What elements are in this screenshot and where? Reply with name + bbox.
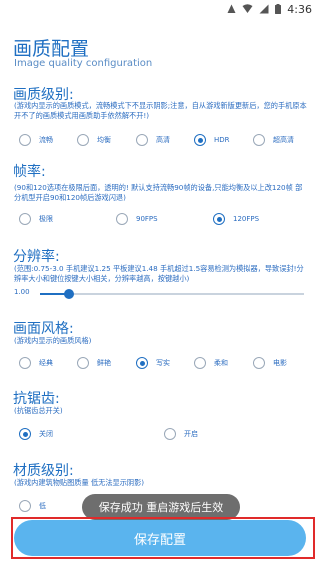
antialias-options: 关闭 开启 bbox=[0, 428, 320, 444]
framerate-title: 帧率: bbox=[13, 164, 46, 180]
framerate-option[interactable]: 120FPS bbox=[213, 213, 259, 225]
radio-button-checked[interactable] bbox=[19, 428, 31, 440]
style-option[interactable]: 柔和 bbox=[194, 357, 228, 369]
material-title: 材质级别: bbox=[13, 463, 74, 479]
page-subtitle: Image quality configuration bbox=[14, 58, 153, 69]
framerate-options: 极限 90FPS 120FPS bbox=[0, 213, 320, 229]
material-option[interactable]: 低 bbox=[19, 500, 46, 512]
radio-button[interactable] bbox=[116, 213, 128, 225]
radio-button[interactable] bbox=[77, 134, 89, 146]
radio-button[interactable] bbox=[19, 213, 31, 225]
quality-options: 流畅 均衡 高清 HDR 超高清 bbox=[0, 134, 320, 150]
style-option[interactable]: 写实 bbox=[136, 357, 170, 369]
quality-option[interactable]: 超高清 bbox=[253, 134, 294, 146]
quality-option[interactable]: HDR bbox=[194, 134, 230, 146]
framerate-desc: (90和120选项在极限后面，透明的! 默认支持流畅90帧的设备,只能均衡及以上… bbox=[14, 183, 303, 202]
style-options: 经典 鲜艳 写实 柔和 电影 bbox=[0, 357, 320, 373]
style-option[interactable]: 电影 bbox=[253, 357, 287, 369]
resolution-title: 分辨率: bbox=[13, 249, 60, 265]
antialias-option[interactable]: 关闭 bbox=[19, 428, 53, 440]
antialias-desc: (抗锯齿总开关) bbox=[14, 406, 63, 415]
radio-button[interactable] bbox=[253, 357, 265, 369]
radio-button[interactable] bbox=[194, 357, 206, 369]
style-option[interactable]: 经典 bbox=[19, 357, 53, 369]
save-button-highlight bbox=[11, 517, 315, 559]
radio-button[interactable] bbox=[19, 134, 31, 146]
style-desc: (游戏内显示的画质风格) bbox=[14, 336, 92, 345]
wifi-icon bbox=[242, 4, 253, 13]
slider-thumb[interactable] bbox=[64, 289, 75, 299]
page-title: 画质配置 bbox=[13, 38, 90, 60]
quality-option[interactable]: 流畅 bbox=[19, 134, 53, 146]
framerate-option[interactable]: 90FPS bbox=[116, 213, 158, 225]
notification-icon bbox=[227, 4, 236, 13]
signal-icon bbox=[259, 4, 269, 14]
battery-icon bbox=[275, 4, 282, 14]
resolution-desc: (范围:0.75-3.0 手机建议1.25 平板建议1.48 手机超过1.5容易… bbox=[14, 264, 304, 283]
framerate-option[interactable]: 极限 bbox=[19, 213, 53, 225]
quality-option[interactable]: 均衡 bbox=[77, 134, 111, 146]
resolution-slider[interactable] bbox=[40, 289, 304, 299]
radio-button[interactable] bbox=[19, 500, 31, 512]
radio-button[interactable] bbox=[164, 428, 176, 440]
radio-button-checked[interactable] bbox=[136, 357, 148, 369]
radio-button[interactable] bbox=[19, 357, 31, 369]
radio-button[interactable] bbox=[136, 134, 148, 146]
resolution-value: 1.00 bbox=[14, 288, 30, 296]
quality-desc: (游戏内显示的画质模式，流畅模式下不显示阴影;注意，自从游戏新版更新后，您的手机… bbox=[14, 101, 307, 120]
radio-button-checked[interactable] bbox=[194, 134, 206, 146]
status-time: 4:36 bbox=[287, 2, 312, 16]
radio-button[interactable] bbox=[77, 357, 89, 369]
material-desc: (游戏内建筑物贴图质量 低无法显示阴影) bbox=[14, 478, 145, 487]
radio-button[interactable] bbox=[253, 134, 265, 146]
quality-option[interactable]: 高清 bbox=[136, 134, 170, 146]
antialias-option[interactable]: 开启 bbox=[164, 428, 198, 440]
status-bar: 4:36 bbox=[0, 0, 320, 18]
style-title: 画面风格: bbox=[13, 321, 74, 337]
radio-button-checked[interactable] bbox=[213, 213, 225, 225]
antialias-title: 抗锯齿: bbox=[13, 391, 60, 407]
style-option[interactable]: 鲜艳 bbox=[77, 357, 111, 369]
